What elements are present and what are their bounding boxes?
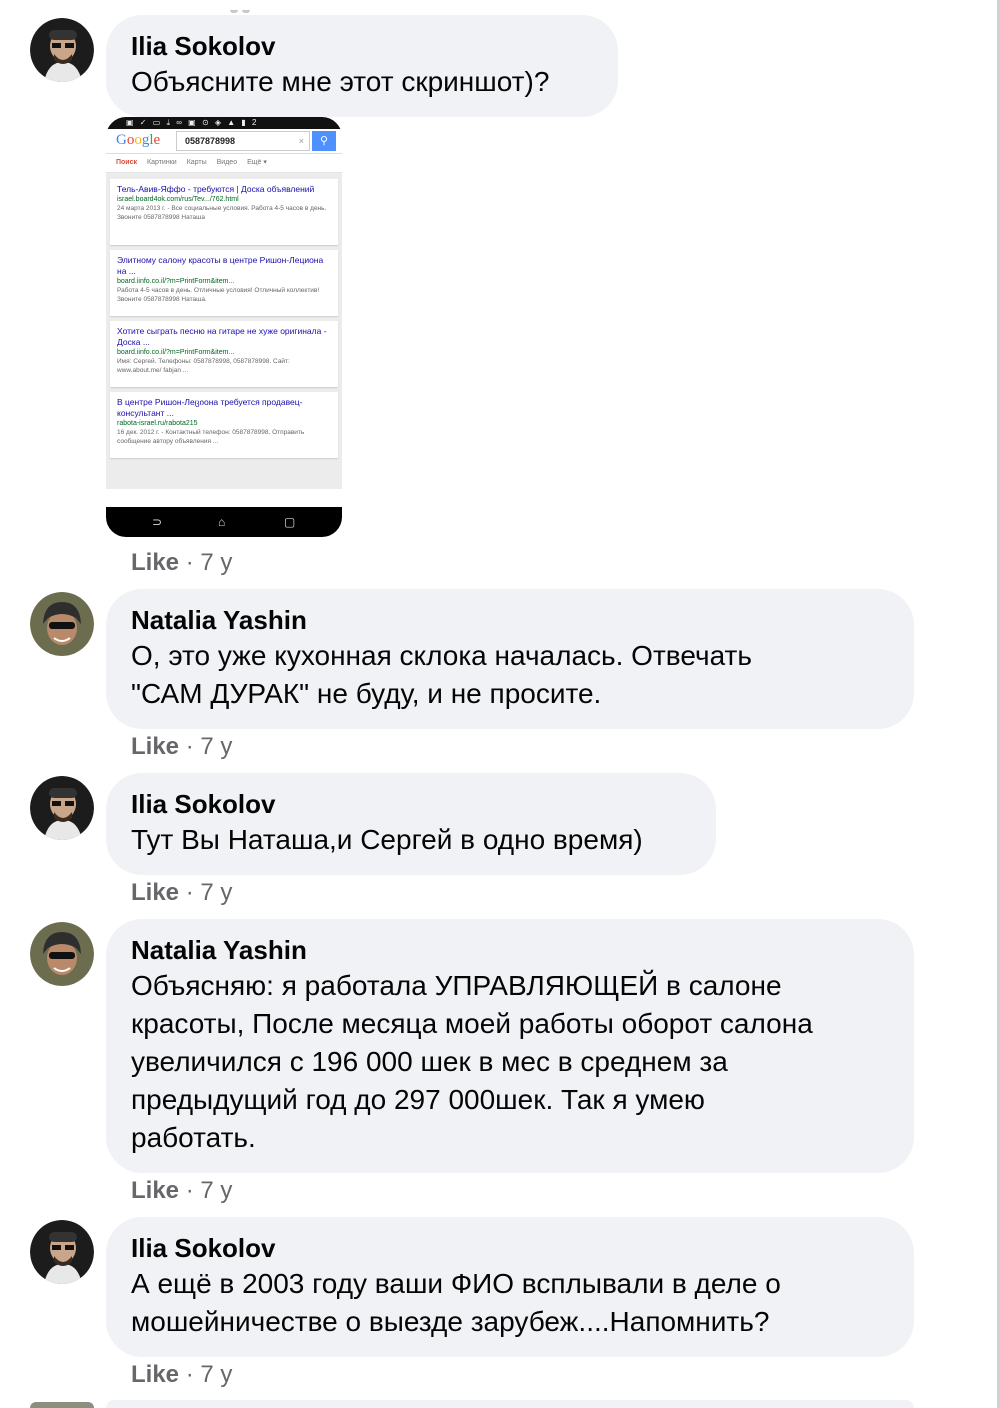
like-button[interactable]: Like [131,879,179,906]
home-icon: ⌂ [218,515,226,529]
comment-actions: Like · 7 y [131,733,233,760]
timestamp[interactable]: 7 y [200,733,232,760]
like-button[interactable]: Like [131,1361,179,1388]
comment-text: мошейничестве о выезде зарубеж....Напомн… [131,1306,770,1337]
result-snippet: 24 марта 2013 г. - Все социальные услови… [117,205,327,221]
next-avatar-remnant [30,1402,94,1408]
comment-text: работать. [131,1122,256,1153]
search-result: Тель-Авив-Яффо - требуются | Доска объяв… [110,179,338,245]
like-button[interactable]: Like [131,549,179,576]
comment-author[interactable]: Ilia Sokolov [131,787,691,821]
comment-text: Объясните мне этот скриншот)? [131,66,550,97]
google-search-bar: Google 0587878998 × ⚲ [106,129,342,154]
result-title: Тель-Авив-Яффо - требуются | Доска объяв… [117,184,315,194]
like-button[interactable]: Like [131,733,179,760]
avatar-ilia[interactable] [30,1220,94,1284]
comment-author[interactable]: Natalia Yashin [131,603,889,637]
result-snippet: Имя: Сергей. Телефоны: 0587878998, 05878… [117,358,290,374]
search-result: Хотите сыграть песню на гитаре не хуже о… [110,321,338,387]
timestamp[interactable]: 7 y [200,1361,232,1388]
search-query-field: 0587878998 × [176,131,310,151]
comment-author[interactable]: Ilia Sokolov [131,1231,889,1265]
comment-text: Тут Вы Наташа,и Сергей в одно время) [131,824,643,855]
search-icon: ⚲ [312,131,336,151]
result-snippet: 16 дек. 2012 г. - Контактный телефон: 05… [117,429,305,445]
result-title: В центре Ришон-Леციона требуется продаве… [117,397,303,418]
comment-actions: Like · 7 y [131,1361,233,1388]
attached-screenshot[interactable]: ▣ ✓ ▭ ⤓ ∞ ▣ ⊙ ◈ ▲ ▮ 2 Google 0587878998 ×… [106,117,342,537]
search-results: Тель-Авив-Яффо - требуются | Доска объяв… [106,173,342,489]
result-url: rabota-israel.ru/rabota215 [117,420,198,427]
result-snippet: Работа 4-5 часов в день. Отличные услови… [117,287,320,303]
timestamp[interactable]: 7 y [200,1177,232,1204]
comment-text: увеличился с 196 000 шек в мес в среднем… [131,1046,728,1077]
tab-search: Поиск [116,159,138,166]
comment-actions: Like · 7 y [131,549,233,576]
timestamp[interactable]: 7 y [200,549,232,576]
comment-bubble: Ilia Sokolov А ещё в 2003 году ваши ФИО … [106,1217,914,1357]
result-url: board.iinfo.co.il/?m=PrintForm&item... [117,349,235,356]
result-title: Элитному салону красоты в центре Ришон-Л… [117,255,324,276]
result-title: Хотите сыграть песню на гитаре не хуже о… [117,326,327,347]
avatar-ilia[interactable] [30,18,94,82]
tab-video: Видео [216,159,238,166]
comment-author[interactable]: Ilia Sokolov [131,29,593,63]
comment-text: Объясняю: я работала УПРАВЛЯЮЩЕЙ в салон… [131,970,782,1001]
comment-actions: Like · 7 y [131,1177,233,1204]
recents-icon: ▢ [284,515,296,529]
comment-actions: Like · 7 y [131,879,233,906]
search-result: Элитному салону красоты в центре Ришон-Л… [110,250,338,316]
result-url: israel.board4ok.com/rus/Tev.../762.html [117,196,239,203]
previous-comment-remnant [230,0,290,13]
tab-more: Ещё ▾ [247,159,267,166]
timestamp[interactable]: 7 y [200,879,232,906]
search-result: В центре Ришон-Леციона требуется продаве… [110,392,338,458]
google-logo: Google [116,132,161,148]
comment-bubble: Natalia Yashin О, это уже кухонная склок… [106,589,914,729]
like-button[interactable]: Like [131,1177,179,1204]
comment-bubble: Ilia Sokolov Тут Вы Наташа,и Сергей в од… [106,773,716,875]
clear-icon: × [298,136,304,146]
tab-maps: Карты [186,159,207,166]
comment-bubble: Ilia Sokolov Объясните мне этот скриншот… [106,15,618,117]
comment-text: предыдущий год до 297 000шек. Так я умею [131,1084,705,1115]
comment-bubble: Natalia Yashin Объясняю: я работала УПРА… [106,919,914,1173]
result-url: board.iinfo.co.il/?m=PrintForm&item... [117,278,235,285]
comment-author[interactable]: Natalia Yashin [131,933,889,967]
avatar-ilia[interactable] [30,776,94,840]
comment-text: красоты, После месяца моей работы оборот… [131,1008,813,1039]
comment-text: О, это уже кухонная склока началась. Отв… [131,640,752,671]
phone-nav-bar: ⊃ ⌂ ▢ [106,507,342,537]
comment-text: А ещё в 2003 году ваши ФИО всплывали в д… [131,1268,781,1299]
tab-images: Картинки [147,159,177,166]
next-bubble-remnant [106,1400,914,1408]
avatar-natalia[interactable] [30,592,94,656]
comment-text: "САМ ДУРАК" не буду, и не просите. [131,678,602,709]
search-tabs: Поиск Картинки Карты Видео Ещё ▾ [106,154,342,173]
phone-status-bar: ▣ ✓ ▭ ⤓ ∞ ▣ ⊙ ◈ ▲ ▮ 2 [106,117,342,129]
back-icon: ⊃ [152,515,163,529]
avatar-natalia[interactable] [30,922,94,986]
